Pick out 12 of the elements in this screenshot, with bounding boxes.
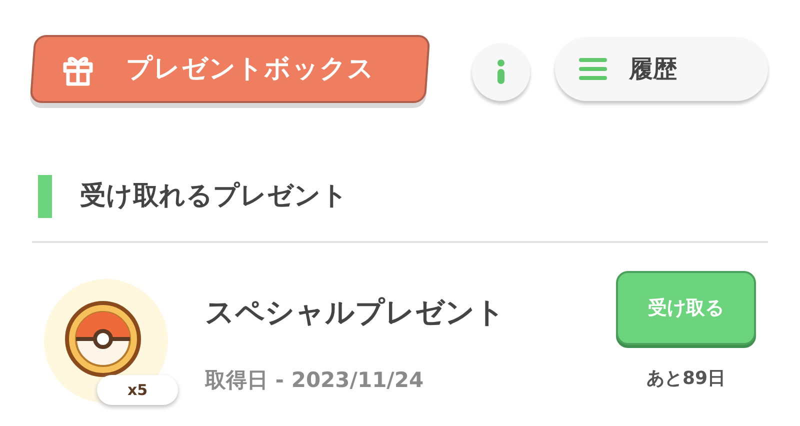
receive-button[interactable]: 受け取る (616, 271, 756, 345)
received-date: 取得日 - 2023/11/24 (205, 366, 425, 394)
menu-icon (579, 58, 607, 80)
info-icon (496, 59, 506, 85)
remaining-days: あと89日 (646, 365, 726, 392)
ball-coin-icon (64, 300, 142, 378)
section-title: 受け取れるプレゼント (80, 180, 348, 213)
history-button[interactable]: 履歴 (555, 37, 768, 101)
info-button[interactable] (472, 43, 530, 101)
count-badge: x5 (97, 375, 178, 405)
present-name: スペシャルプレゼント (205, 294, 506, 331)
section-marker (38, 175, 52, 218)
